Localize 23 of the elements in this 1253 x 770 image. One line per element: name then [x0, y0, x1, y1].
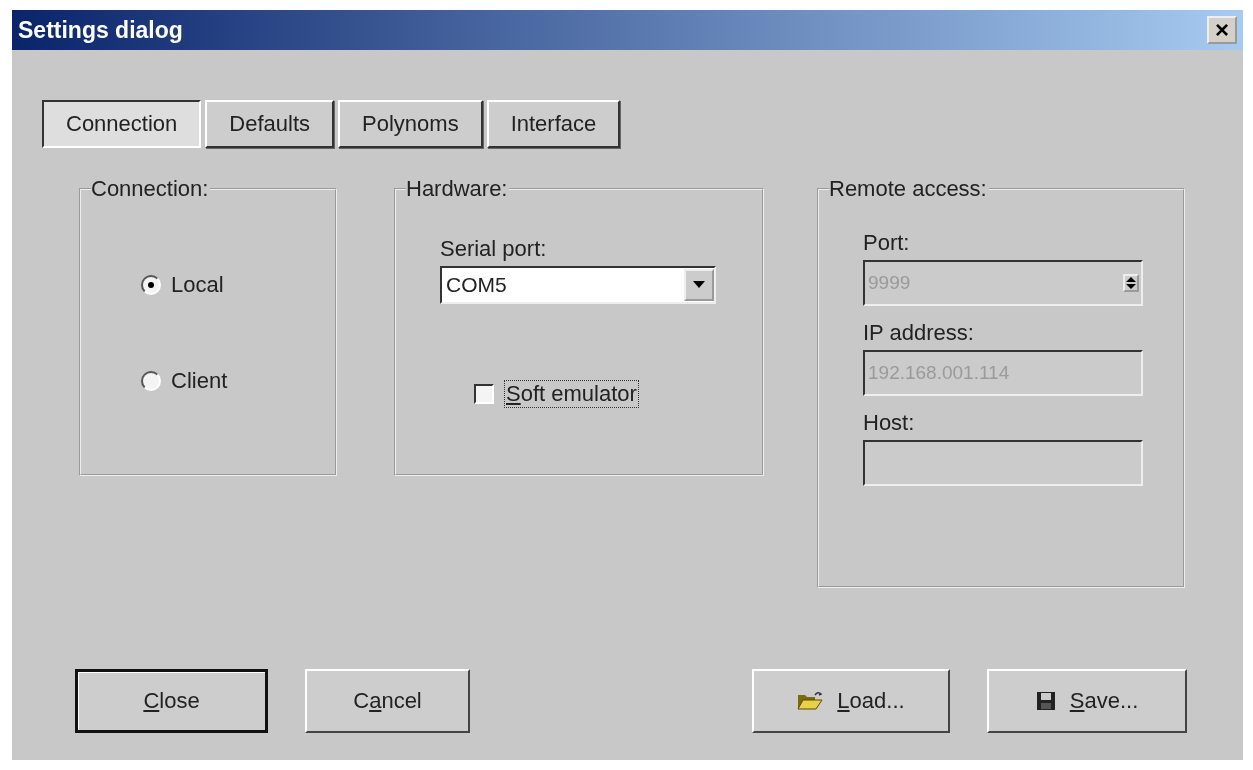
field-label: IP address: [863, 320, 975, 346]
radio-button[interactable] [141, 371, 161, 391]
folder-icon [797, 691, 824, 711]
tab[interactable]: Connection [42, 100, 202, 148]
radio-label: Local [171, 272, 224, 298]
field-label: Host: [863, 410, 916, 436]
dropdown-arrow-icon [693, 281, 705, 289]
checkbox[interactable] [474, 384, 494, 404]
dialog-button[interactable]: Cancel [305, 669, 470, 733]
dialog-button[interactable]: Load... [752, 669, 950, 733]
tab[interactable]: Defaults [205, 100, 335, 148]
field-label: Port: [863, 230, 911, 256]
dialog-button[interactable]: Close [75, 669, 268, 733]
tab[interactable]: Interface [486, 100, 621, 148]
radio-label: Client [171, 368, 228, 394]
close-button[interactable]: × [1207, 16, 1237, 44]
tab[interactable]: Polynoms [338, 100, 483, 148]
dialog-button[interactable]: Save... [987, 669, 1187, 733]
checkbox-label: Soft emulator [504, 380, 639, 408]
window-title: Settings dialog [18, 16, 183, 44]
field-label: Serial port: [440, 236, 548, 262]
serial-port-dropdown[interactable]: COM5 [440, 266, 716, 304]
radio-button[interactable] [141, 275, 161, 295]
